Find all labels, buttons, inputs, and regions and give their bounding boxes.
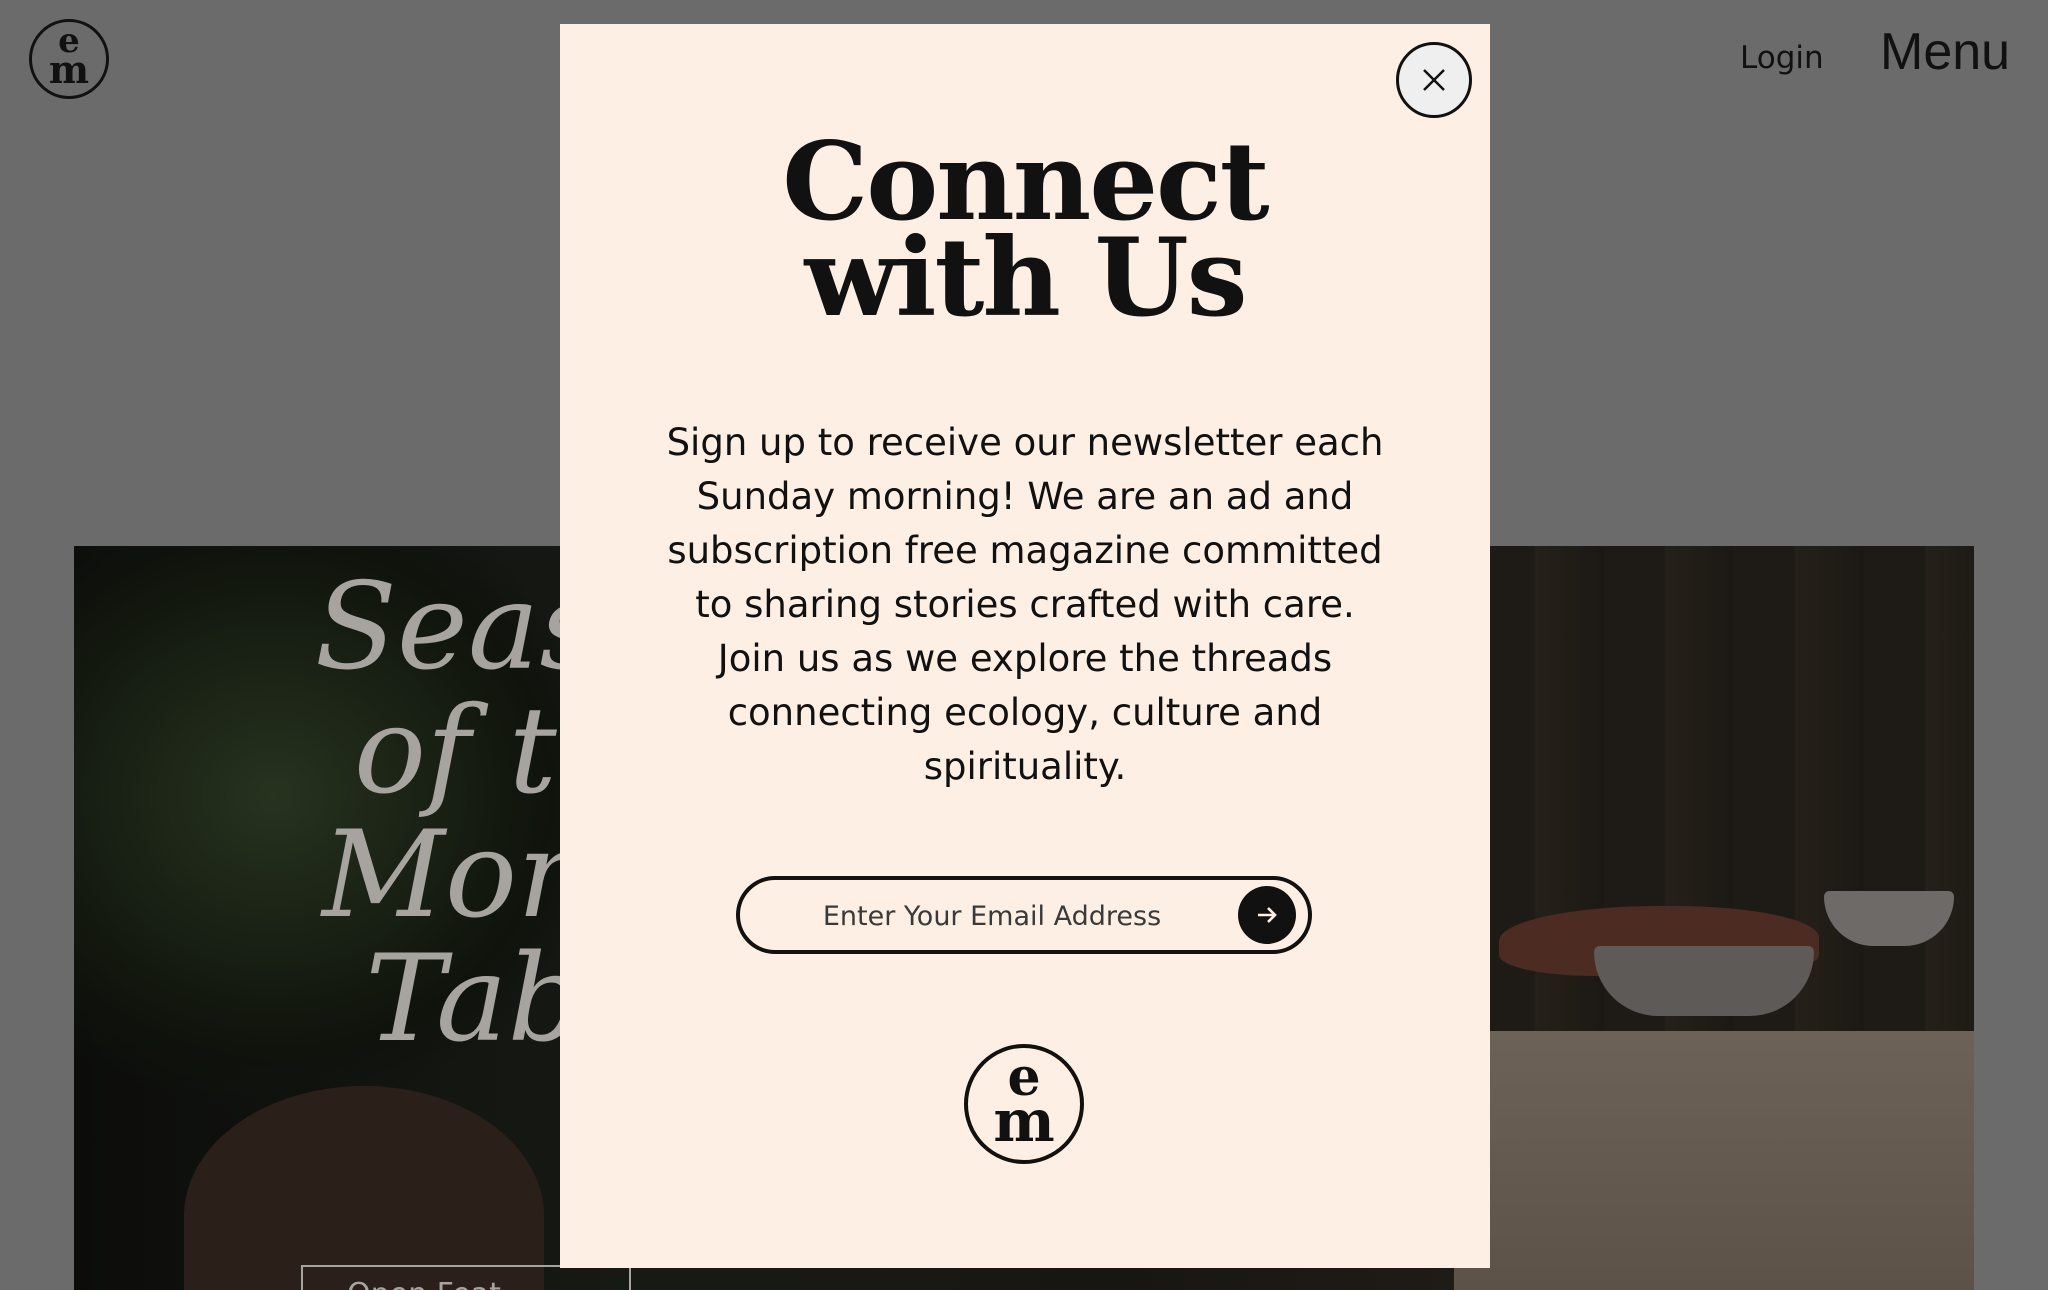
arrow-right-icon <box>1258 907 1277 923</box>
hero-pot <box>184 1086 544 1290</box>
logo-letter-m: m <box>48 47 90 93</box>
hero-bowl <box>1594 946 1814 1016</box>
modal-logo-letter-m: m <box>993 1086 1055 1155</box>
modal-title-line-2: with Us <box>804 215 1248 341</box>
login-link[interactable]: Login <box>1740 40 1824 76</box>
site-logo[interactable]: e m <box>29 19 109 99</box>
modal-title: Connect with Us <box>560 128 1490 341</box>
email-input[interactable] <box>760 888 1224 944</box>
menu-button[interactable]: Menu <box>1880 22 2010 82</box>
close-icon <box>1423 69 1445 91</box>
close-button[interactable] <box>1396 42 1472 118</box>
submit-button[interactable] <box>1238 886 1296 944</box>
open-feature-button[interactable]: Open Feat <box>301 1265 631 1290</box>
modal-description: Sign up to receive our newsletter each S… <box>666 421 1384 788</box>
newsletter-form <box>736 876 1312 954</box>
hero-table <box>1454 1031 1974 1290</box>
modal-logo: e m <box>964 1044 1084 1164</box>
newsletter-modal: Connect with Us Sign up to receive our n… <box>560 24 1490 1268</box>
